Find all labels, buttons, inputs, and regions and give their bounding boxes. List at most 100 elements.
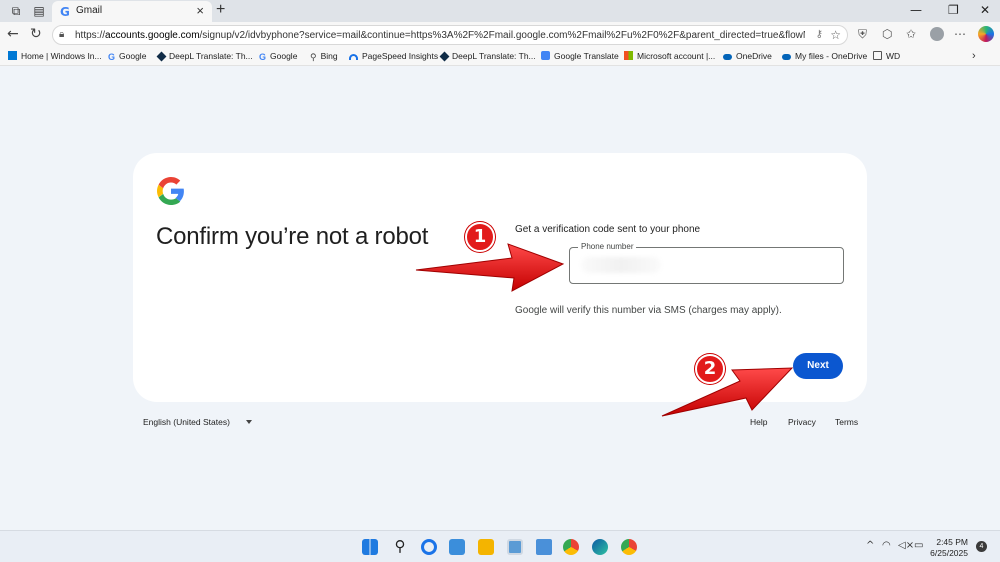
phone-number-label: Phone number xyxy=(578,242,637,251)
refresh-icon[interactable]: ↻ xyxy=(30,26,42,42)
extensions-icon[interactable]: ⬡ xyxy=(882,27,892,41)
step-2-badge: 2 xyxy=(695,354,725,384)
bookmark-item[interactable]: G Google xyxy=(259,51,298,62)
pagespeed-icon xyxy=(349,54,358,60)
windows-taskbar: ⚲ ^ ◠ ◁× ▭ 2:45 PM 6/25/2025 4 xyxy=(0,530,1000,562)
bookmark-label: OneDrive xyxy=(736,51,772,61)
volume-muted-icon[interactable]: ◁× xyxy=(898,540,914,551)
bookmark-label: Bing xyxy=(320,51,338,61)
wifi-icon[interactable]: ◠ xyxy=(882,540,891,551)
help-link[interactable]: Help xyxy=(750,417,767,427)
bookmark-label: PageSpeed Insights xyxy=(362,51,439,61)
bookmark-item[interactable]: DeepL Translate: Th... xyxy=(156,51,253,62)
minimize-icon[interactable]: — xyxy=(910,3,922,17)
bookmark-item[interactable]: PageSpeed Insights xyxy=(349,51,438,61)
chrome-icon[interactable] xyxy=(621,539,637,555)
tab-title: Gmail xyxy=(76,5,103,16)
google-translate-icon xyxy=(541,51,550,60)
site-info-icon[interactable]: 🔒︎ xyxy=(59,29,64,40)
onedrive-icon xyxy=(723,54,732,60)
deepl-icon xyxy=(156,51,167,62)
bookmark-item[interactable]: WD xyxy=(873,51,900,61)
bookmark-label: DeepL Translate: Th... xyxy=(452,51,536,61)
clock-time: 2:45 PM xyxy=(936,537,968,547)
app-icon[interactable] xyxy=(507,539,523,555)
url-scheme: https:// xyxy=(75,30,106,41)
folder-icon xyxy=(873,51,882,60)
windows-icon xyxy=(8,51,17,60)
browser-tab-bar: ⧉ ▤ G Gmail × + — ❐ ✕ xyxy=(0,0,1000,22)
chevron-right-icon[interactable]: › xyxy=(972,50,976,62)
notification-badge[interactable]: 4 xyxy=(976,541,987,552)
back-icon[interactable]: ← xyxy=(7,26,19,42)
vertical-tabs-icon[interactable]: ▤ xyxy=(32,4,46,18)
url-text[interactable]: https://accounts.google.com/signup/v2/id… xyxy=(75,30,805,41)
bookmark-item[interactable]: My files - OneDrive xyxy=(782,51,867,61)
system-clock[interactable]: 2:45 PM 6/25/2025 xyxy=(928,537,968,559)
notepad-icon[interactable] xyxy=(536,539,552,555)
microsoft-icon xyxy=(624,51,633,60)
bookmark-label: Google Translate xyxy=(554,51,619,61)
url-host: accounts.google.com xyxy=(105,30,200,41)
google-icon: G xyxy=(259,52,267,62)
page-title: Confirm you’re not a robot xyxy=(156,223,429,250)
bookmark-item[interactable]: ⚲ Bing xyxy=(310,51,338,62)
address-toolbar: ← ↻ 🔒︎ https://accounts.google.com/signu… xyxy=(0,22,1000,48)
bookmark-item[interactable]: DeepL Translate: Th... xyxy=(439,51,536,62)
password-key-icon[interactable]: ⚷ xyxy=(816,29,823,40)
language-selector[interactable]: English (United States) xyxy=(143,417,230,427)
google-favicon-icon: G xyxy=(60,5,70,19)
bookmark-item[interactable]: OneDrive xyxy=(723,51,772,61)
signup-card: Confirm you’re not a robot Get a verific… xyxy=(133,153,867,402)
bookmark-label: DeepL Translate: Th... xyxy=(169,51,253,61)
shield-icon[interactable]: ⛨ xyxy=(858,27,867,42)
copilot-taskbar-icon[interactable] xyxy=(421,539,437,555)
phone-number-input[interactable] xyxy=(581,257,831,275)
sms-note: Google will verify this number via SMS (… xyxy=(515,305,782,316)
address-bar[interactable]: 🔒︎ https://accounts.google.com/signup/v2… xyxy=(52,25,848,45)
windows-start-icon[interactable] xyxy=(362,539,378,555)
close-window-icon[interactable]: ✕ xyxy=(980,3,990,17)
profile-avatar[interactable] xyxy=(930,27,944,41)
edge-icon[interactable] xyxy=(592,539,608,555)
bookmarks-bar: Home | Windows In... G Google DeepL Trans… xyxy=(0,48,1000,66)
chevron-down-icon[interactable] xyxy=(246,420,252,424)
bookmark-label: Microsoft account |... xyxy=(637,51,716,61)
bookmark-label: Google xyxy=(270,51,298,61)
new-tab-icon[interactable]: + xyxy=(216,1,225,19)
bookmark-label: Google xyxy=(119,51,147,61)
bookmark-label: WD xyxy=(886,51,901,61)
copilot-icon[interactable] xyxy=(978,26,994,42)
url-path: /signup/v2/idvbyphone?service=mail&conti… xyxy=(199,30,805,41)
battery-icon[interactable]: ▭ xyxy=(914,540,923,551)
verification-prompt: Get a verification code sent to your pho… xyxy=(515,224,701,235)
bing-search-icon: ⚲ xyxy=(310,52,317,62)
favorites-icon[interactable]: ✩ xyxy=(906,27,916,41)
favorite-star-icon[interactable]: ☆ xyxy=(830,28,841,42)
deepl-icon xyxy=(439,51,450,62)
chrome-icon[interactable] xyxy=(563,539,579,555)
terms-link[interactable]: Terms xyxy=(835,417,858,427)
bookmark-item[interactable]: Google Translate xyxy=(541,51,619,61)
onedrive-icon xyxy=(782,54,791,60)
chevron-up-icon[interactable]: ^ xyxy=(866,540,874,551)
bookmark-label: Home | Windows In... xyxy=(21,51,102,61)
widgets-icon[interactable] xyxy=(449,539,465,555)
close-tab-icon[interactable]: × xyxy=(196,3,204,18)
restore-icon[interactable]: ❐ xyxy=(948,3,959,17)
file-explorer-icon[interactable] xyxy=(478,539,494,555)
google-logo-icon xyxy=(157,177,184,205)
bookmark-label: My files - OneDrive xyxy=(795,51,868,61)
bookmark-item[interactable]: G Google xyxy=(108,51,147,62)
google-icon: G xyxy=(108,52,116,62)
privacy-link[interactable]: Privacy xyxy=(788,417,816,427)
bookmark-item[interactable]: Microsoft account |... xyxy=(624,51,715,61)
next-button[interactable]: Next xyxy=(793,353,843,379)
step-1-badge: 1 xyxy=(465,222,495,252)
clock-date: 6/25/2025 xyxy=(930,548,968,558)
bookmark-item[interactable]: Home | Windows In... xyxy=(8,51,102,61)
more-options-icon[interactable]: ⋯ xyxy=(954,27,966,41)
tab-gmail[interactable]: G Gmail × xyxy=(52,1,212,22)
workspaces-icon[interactable]: ⧉ xyxy=(9,4,23,18)
search-icon[interactable]: ⚲ xyxy=(392,539,408,555)
